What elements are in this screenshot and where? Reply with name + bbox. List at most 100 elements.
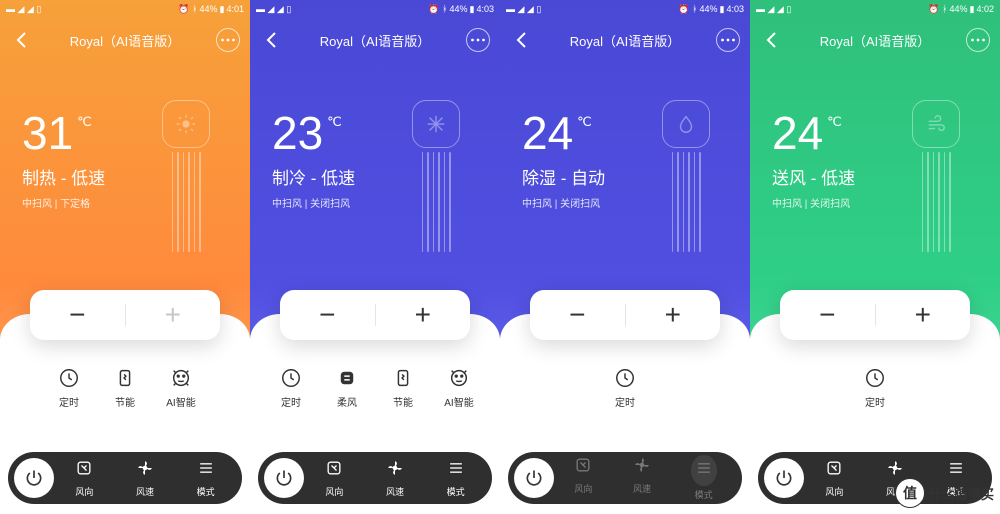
feature-row: 定时 节能 AI智能 [0,366,250,409]
clock-icon [280,367,302,389]
temp-minus-button[interactable]: − [280,290,375,340]
temperature-display: 31℃ 制热 - 低速 中扫风 | 下定格 [22,110,105,210]
page-title: Royal（AI语音版） [70,31,181,50]
more-button[interactable] [966,28,990,52]
swing-icon [324,458,344,478]
power-button[interactable] [14,458,54,498]
page-title: Royal（AI语音版） [570,31,681,50]
fan-button[interactable]: 风速 [632,455,652,501]
back-button[interactable] [260,28,284,52]
ac-illustration [400,100,472,270]
screen-cooling: ▬ ◢ ◢ ▯ ⏰ ᚼ 44% ▮ 4:03 Royal（AI语音版） 23℃ … [250,0,500,514]
temperature-display: 24℃ 除湿 - 自动 中扫风 | 关闭扫风 [522,110,605,210]
mode-button[interactable]: 模式 [196,458,216,498]
timer-button[interactable]: 定时 [263,366,319,409]
header: Royal（AI语音版） [500,20,750,60]
watermark: 值 什么值得买 [895,478,994,508]
status-bar: ▬ ◢ ◢ ▯ ⏰ ᚼ 44% ▮ 4:03 [250,0,500,18]
swing-button[interactable]: 风向 [74,458,94,498]
temp-minus-button[interactable]: − [780,290,875,340]
back-button[interactable] [760,28,784,52]
back-button[interactable] [510,28,534,52]
back-button[interactable] [10,28,34,52]
mode-label: 制冷 - 低速 [272,164,355,189]
timer-button[interactable]: 定时 [847,366,903,409]
clock-icon [614,367,636,389]
swing-icon [74,458,94,478]
drop-icon [675,113,697,135]
bottom-nav: 风向 风速 模式 [8,452,242,504]
power-button[interactable] [514,458,554,498]
power-icon [24,468,44,488]
fan-button[interactable]: 风速 [385,458,405,498]
temp-value: 24 [772,110,823,156]
temp-unit: ℃ [327,114,342,130]
more-button[interactable] [216,28,240,52]
clock-icon [864,367,886,389]
page-title: Royal（AI语音版） [320,31,431,50]
temp-stepper: − + [530,290,720,340]
bottom-nav: 风向 风速 模式 [258,452,492,504]
swing-button[interactable]: 风向 [324,458,344,498]
ac-illustration [900,100,972,270]
feature-row: 定时 [500,366,750,409]
eco-icon [392,367,414,389]
menu-icon [196,458,216,478]
wind-icon [925,113,947,135]
header: Royal（AI语音版） [750,20,1000,60]
fan-button[interactable]: 风速 [135,458,155,498]
swing-icon [824,458,844,478]
timer-button[interactable]: 定时 [597,366,653,409]
ai-icon [170,367,192,389]
ac-illustration [650,100,722,270]
fan-icon [632,455,652,475]
temp-plus-button[interactable]: + [126,290,221,340]
more-button[interactable] [716,28,740,52]
ai-button[interactable]: AI智能 [431,366,487,409]
page-title: Royal（AI语音版） [820,31,931,50]
header: Royal（AI语音版） [0,20,250,60]
ac-illustration [150,100,222,270]
menu-icon [946,458,966,478]
temp-value: 24 [522,110,573,156]
snowflake-icon [425,113,447,135]
power-button[interactable] [764,458,804,498]
control-panel: − + 定时 风向 风速 模式 [500,314,750,514]
temp-unit: ℃ [577,114,592,130]
temp-stepper: − + [30,290,220,340]
watermark-badge: 值 [895,478,925,508]
screen-dehumidify: ▬ ◢ ◢ ▯ ⏰ ᚼ 44% ▮ 4:03 Royal（AI语音版） 24℃ … [500,0,750,514]
status-bar: ▬ ◢ ◢ ▯ ⏰ ᚼ 44% ▮ 4:03 [500,0,750,18]
sun-icon [175,113,197,135]
soft-wind-button[interactable]: 柔风 [319,366,375,409]
status-bar: ▬ ◢ ◢ ▯ ⏰ ᚼ 44% ▮ 4:02 [750,0,1000,18]
soft-wind-icon [336,367,358,389]
temp-plus-button[interactable]: + [626,290,721,340]
mode-button[interactable]: 模式 [446,458,466,498]
temperature-display: 24℃ 送风 - 低速 中扫风 | 关闭扫风 [772,110,855,210]
mode-button[interactable]: 模式 [691,455,717,501]
ai-button[interactable]: AI智能 [153,366,209,409]
temp-minus-button[interactable]: − [530,290,625,340]
mode-label: 除湿 - 自动 [522,164,605,189]
swing-label: 中扫风 | 关闭扫风 [772,195,855,210]
power-button[interactable] [264,458,304,498]
temp-minus-button[interactable]: − [30,290,125,340]
swing-icon [573,455,593,475]
bottom-nav: 风向 风速 模式 [508,452,742,504]
clock-icon [58,367,80,389]
swing-button[interactable]: 风向 [824,458,844,498]
eco-button[interactable]: 节能 [97,366,153,409]
screen-fan: ▬ ◢ ◢ ▯ ⏰ ᚼ 44% ▮ 4:02 Royal（AI语音版） 24℃ … [750,0,1000,514]
timer-button[interactable]: 定时 [41,366,97,409]
ai-icon [448,367,470,389]
more-button[interactable] [466,28,490,52]
swing-label: 中扫风 | 关闭扫风 [272,195,355,210]
temp-plus-button[interactable]: + [376,290,471,340]
temp-plus-button[interactable]: + [876,290,971,340]
power-icon [774,468,794,488]
swing-button[interactable]: 风向 [573,455,593,501]
temp-value: 31 [22,110,73,156]
screen-heating: ▬ ◢ ◢ ▯ ⏰ ᚼ 44% ▮ 4:01 Royal（AI语音版） 31℃ … [0,0,250,514]
eco-button[interactable]: 节能 [375,366,431,409]
